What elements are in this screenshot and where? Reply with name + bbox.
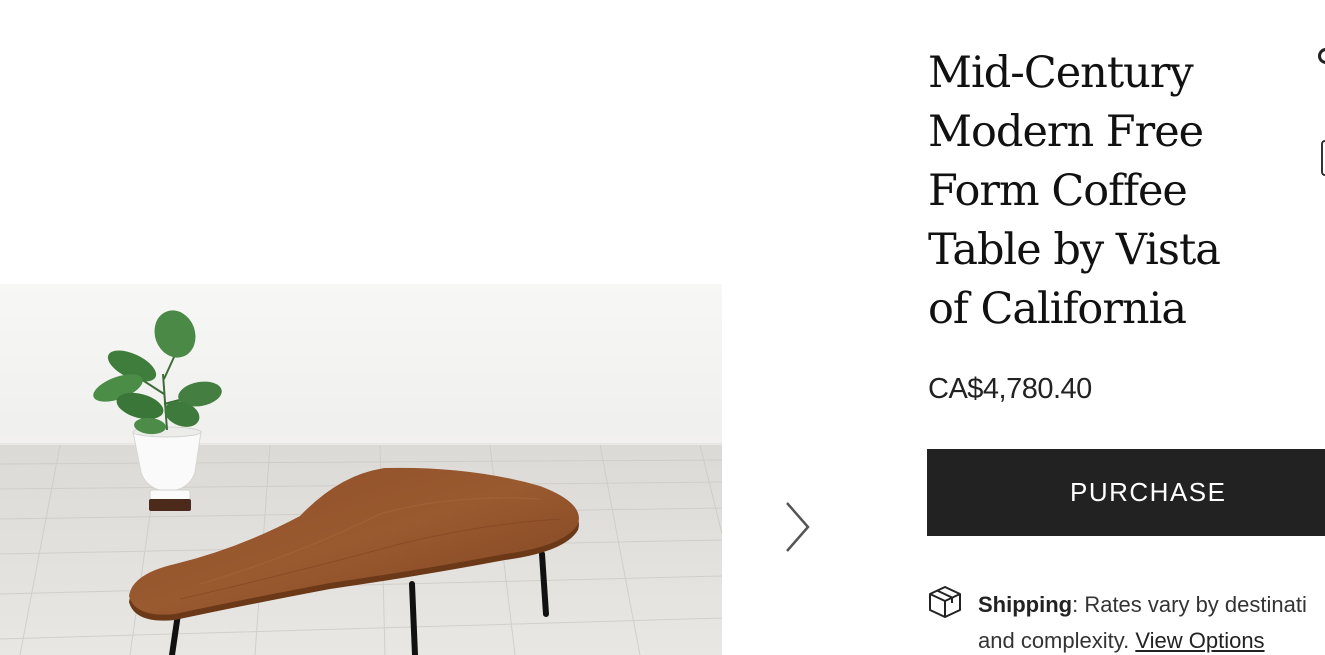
shipping-info: Shipping: Rates vary by destinati and co…	[927, 584, 1325, 655]
shipping-text: Shipping: Rates vary by destinati and co…	[978, 587, 1325, 655]
shipping-description: : Rates vary by destinati	[1072, 592, 1307, 617]
view-options-link[interactable]: View Options	[1135, 628, 1264, 653]
product-info: Mid-Century Modern Free Form Coffee Tabl…	[928, 44, 1325, 339]
next-image-button[interactable]	[780, 500, 814, 554]
product-price: CA$4,780.40	[928, 373, 1092, 405]
product-image[interactable]	[0, 284, 722, 655]
shipping-description-line2: and complexity.	[978, 628, 1136, 653]
product-page: Mid-Century Modern Free Form Coffee Tabl…	[0, 0, 1325, 655]
coffee-table-photo	[0, 284, 722, 655]
product-title: Mid-Century Modern Free Form Coffee Tabl…	[928, 48, 1221, 334]
shipping-label: Shipping	[978, 592, 1073, 617]
offscreen-button[interactable]	[1321, 140, 1325, 176]
package-icon	[927, 584, 963, 620]
purchase-button[interactable]: PURCHASE	[927, 449, 1325, 536]
chevron-right-icon	[786, 502, 810, 552]
